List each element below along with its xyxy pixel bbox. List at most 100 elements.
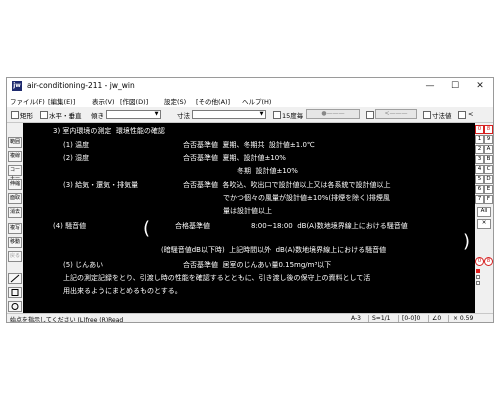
window-title: air-conditioning-211 - jw_win (27, 81, 135, 90)
humidity-criteria-summer: 合否基準値 夏期、設計値±10% (183, 154, 286, 162)
airflow-criteria-3: 量は設計値以上 (223, 207, 272, 215)
minimize-button[interactable]: — (418, 78, 442, 94)
rect-label: 矩形 (20, 112, 33, 120)
layer-indicator (476, 275, 480, 279)
layer-group-button-d[interactable]: D (484, 175, 493, 184)
menu-view[interactable]: 表示(V) (92, 96, 115, 106)
airflow-criteria-1: 合否基準値 各吹込、吹出口で設計値以上又は各系統で設計値以上 (183, 181, 391, 189)
tool-palette-left: 範囲 複線 コーナー 伸縮 面取 消去 複写 移動 戻る (7, 123, 23, 313)
dust-criteria: 合否基準値 居室のじんあい量0.15mg/m³以下 (183, 261, 332, 269)
layer-group-button-9[interactable]: 9 (484, 135, 493, 144)
square-icon (11, 289, 19, 296)
tool-corner-button[interactable]: コーナー (8, 165, 22, 182)
jw-app-icon: jw (12, 81, 22, 91)
item-noise: (4) 騒音値 (53, 222, 87, 230)
diagonal-line-icon (10, 274, 20, 283)
tool-range-button[interactable]: 範囲 (8, 137, 22, 148)
slope-combobox[interactable]: ▼ (106, 110, 161, 119)
item-temperature: (1) 温度 (63, 141, 90, 149)
chevron-down-icon[interactable]: ▼ (258, 111, 265, 118)
noise-bracket-close: ) (463, 231, 471, 252)
lt-checkbox[interactable] (458, 111, 466, 119)
menu-file[interactable]: ファイル(F) (10, 96, 45, 106)
layer-group-button-4[interactable]: 4 (475, 165, 484, 174)
line-end-dot-button[interactable]: ●——— (306, 109, 360, 119)
menu-settings[interactable]: 設定(S) (164, 96, 186, 106)
dim-value-checkbox[interactable] (423, 111, 431, 119)
close-button[interactable]: ✕ (468, 78, 492, 94)
layer-group-button-a[interactable]: A (484, 145, 493, 154)
maximize-button[interactable]: ☐ (443, 78, 467, 94)
menu-edit[interactable]: [編集(E)] (48, 96, 75, 106)
layer-group-button-1[interactable]: 1 (475, 135, 484, 144)
dim-label: 寸法 (177, 112, 190, 120)
tool-undo-button[interactable]: 戻る (8, 251, 22, 262)
layer-group-button-0[interactable]: 0 (475, 125, 484, 134)
status-divider (368, 315, 369, 322)
rect-tool-button[interactable] (8, 287, 22, 298)
layer-indicator (476, 281, 480, 285)
item-humidity: (2) 湿度 (63, 154, 90, 162)
angle15-label: 15度毎 (282, 112, 304, 120)
layer-group-button-8[interactable]: 8 (484, 125, 493, 134)
status-divider (428, 315, 429, 322)
layer-group-button-f[interactable]: F (484, 195, 493, 204)
layer-group-button-e[interactable]: E (484, 185, 493, 194)
layer-button-0[interactable]: 0 (475, 257, 484, 266)
hv-label: 水平・垂直 (49, 112, 82, 120)
layer-button-8[interactable]: 8 (484, 257, 493, 266)
rect-checkbox[interactable] (11, 111, 19, 119)
layer-group-button-5[interactable]: 5 (475, 175, 484, 184)
noise-criteria-day: 8:00~18:00 dB(A)数地境界線上における騒音値 (251, 222, 408, 230)
line-end-arrow-button[interactable]: <——— (375, 109, 417, 119)
scale-button[interactable]: S=1/1 (372, 315, 391, 322)
drawing-canvas[interactable]: 3) 室内環境の測定 環境性能の確認 (1) 温度 合否基準値 夏期、冬期共 設… (23, 123, 475, 313)
dim-value-label: 寸法値 (432, 112, 452, 120)
tool-erase-button[interactable]: 消去 (8, 207, 22, 218)
circle-icon (11, 303, 19, 310)
tool-copy-button[interactable]: 複写 (8, 223, 22, 234)
menu-help[interactable]: ヘルプ(H) (242, 96, 271, 106)
hv-checkbox[interactable] (40, 111, 48, 119)
layer-indicator-active (476, 269, 480, 273)
menu-draw[interactable]: [作図(D)] (120, 96, 148, 106)
arc-tool-button[interactable] (8, 301, 22, 312)
arrow-checkbox[interactable] (366, 111, 374, 119)
zoom-status-button[interactable]: × 0.59 (453, 315, 473, 322)
status-divider (448, 315, 449, 322)
layer-close-button[interactable]: ✕ (477, 219, 491, 229)
angle15-checkbox[interactable] (273, 111, 281, 119)
airflow-criteria-2: でかつ個々の風量が設計値±10%(排煙を除く)排煙風 (223, 194, 390, 202)
note-line-1: 上記の測定記録をとり、引渡し時の性能を確認するとともに、引き渡し後の保守上の資料… (63, 274, 371, 282)
noise-bracket-open: ( (143, 218, 151, 239)
layer-group-button-7[interactable]: 7 (475, 195, 484, 204)
temperature-criteria: 合否基準値 夏期、冬期共 設計値±1.0℃ (183, 141, 315, 149)
menu-other[interactable]: [その他(A)] (196, 96, 230, 106)
humidity-criteria-winter: 冬期 設計値±10% (237, 167, 298, 175)
paper-size-button[interactable]: A-3 (351, 315, 361, 322)
dim-combobox[interactable]: ▼ (192, 110, 266, 119)
slope-label: 傾き (91, 112, 104, 120)
note-line-2: 用出来るようにまとめるものとする。 (63, 287, 182, 295)
layer-group-button-c[interactable]: C (484, 165, 493, 174)
app-window: jw air-conditioning-211 - jw_win — ☐ ✕ フ… (6, 77, 494, 323)
layer-group-button-2[interactable]: 2 (475, 145, 484, 154)
tool-stretch-button[interactable]: 伸縮 (8, 179, 22, 190)
title-bar: jw air-conditioning-211 - jw_win — ☐ ✕ (7, 78, 493, 94)
layer-palette-right: 0 8 1 9 2 A 3 B 4 C 5 D 6 E 7 F All ✕ 0 … (475, 123, 493, 313)
tool-chamfer-button[interactable]: 面取 (8, 193, 22, 204)
tool-move-button[interactable]: 移動 (8, 237, 22, 248)
toolbar: 矩形 水平・垂直 傾き ▼ 寸法 ▼ 15度毎 ●——— <——— 寸法値 < (7, 107, 493, 123)
status-divider (398, 315, 399, 322)
layer-group-button-3[interactable]: 3 (475, 155, 484, 164)
layer-group-button-6[interactable]: 6 (475, 185, 484, 194)
all-layers-button[interactable]: All (477, 207, 491, 217)
chevron-down-icon[interactable]: ▼ (153, 111, 160, 118)
angle-status-button[interactable]: ∠0 (432, 315, 441, 322)
tool-offset-button[interactable]: 複線 (8, 151, 22, 162)
layer-group-button-b[interactable]: B (484, 155, 493, 164)
menu-bar: ファイル(F) [編集(E)] 表示(V) [作図(D)] 設定(S) [その他… (7, 94, 493, 107)
layer-status-button[interactable]: [0-0]0 (402, 315, 420, 322)
section-heading: 3) 室内環境の測定 環境性能の確認 (53, 127, 165, 135)
line-tool-button[interactable] (8, 273, 22, 284)
